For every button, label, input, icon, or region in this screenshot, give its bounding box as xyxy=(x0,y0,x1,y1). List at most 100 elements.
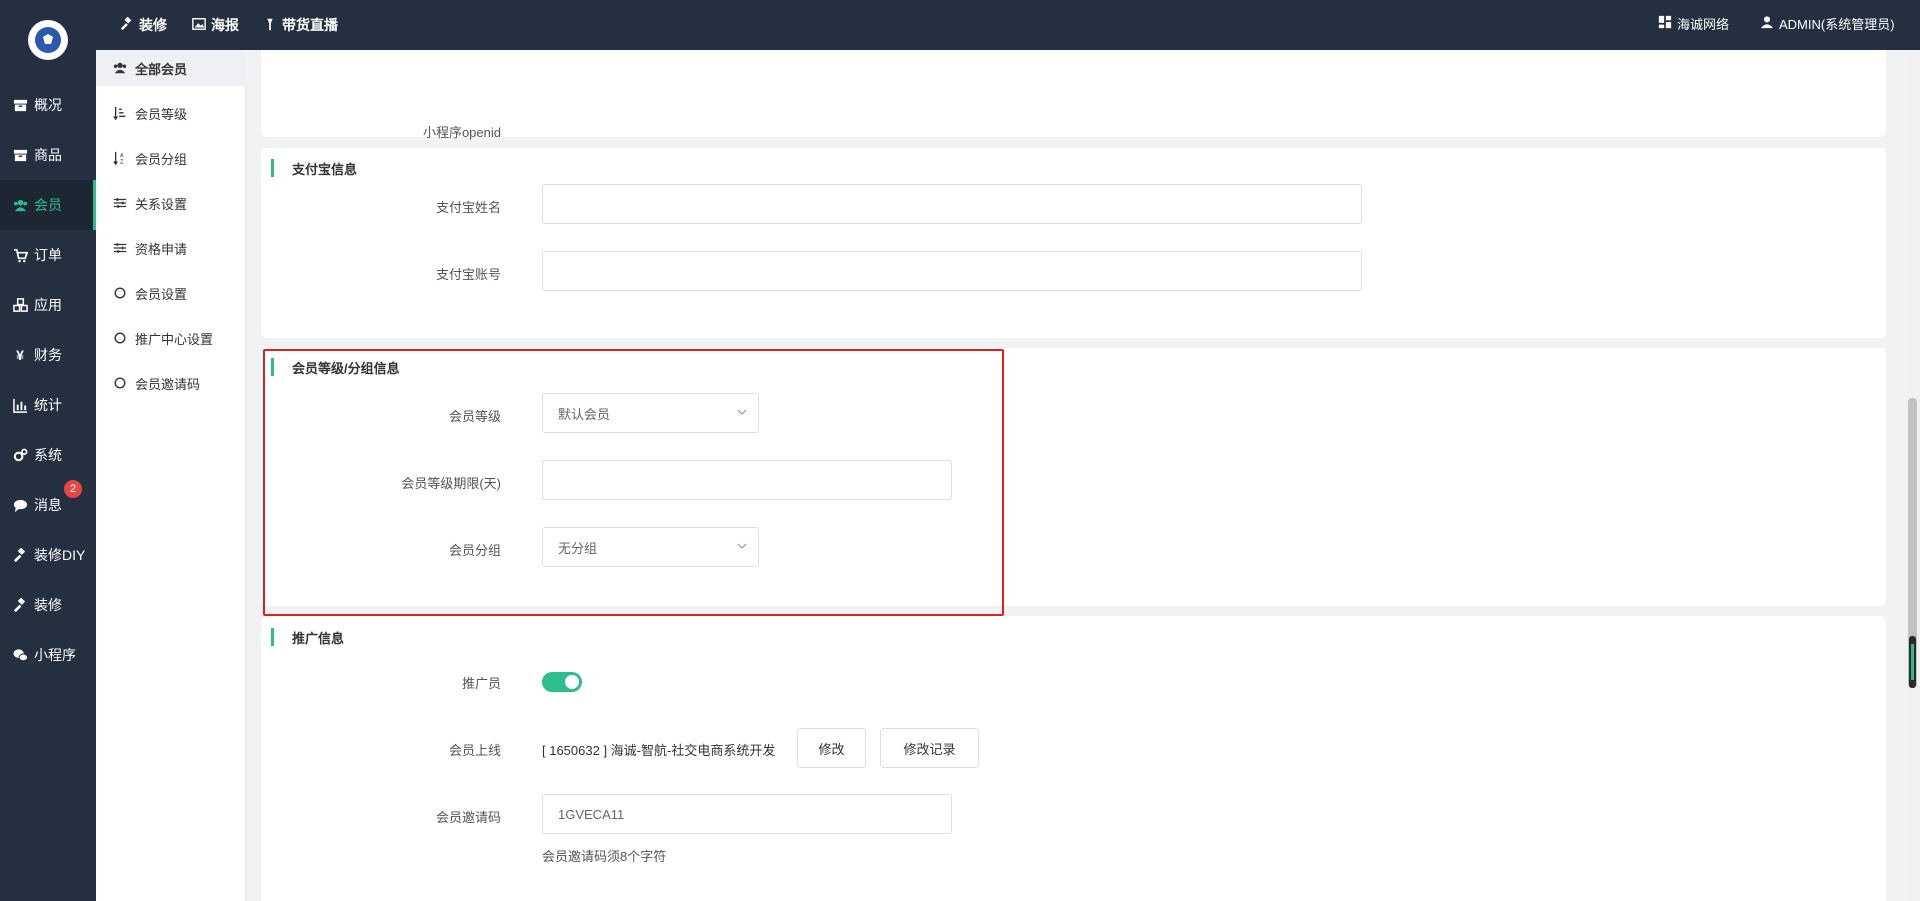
subnav-label: 会员设置 xyxy=(135,286,188,302)
subnav-member-settings[interactable]: 会员设置 xyxy=(96,275,246,311)
sidebar-item-goods[interactable]: 商品 xyxy=(0,130,96,180)
member-level-label: 会员等级 xyxy=(448,409,501,424)
top-link-label: 海报 xyxy=(211,17,239,33)
alipay-name-input[interactable] xyxy=(542,184,1362,224)
sidebar-item-apps[interactable]: 应用 xyxy=(0,280,96,330)
promoter-toggle[interactable] xyxy=(542,672,582,692)
sidebar-item-decorate-diy[interactable]: 装修DIY xyxy=(0,530,96,580)
sidebar-item-decorate[interactable]: 装修 xyxy=(0,580,96,630)
logo[interactable] xyxy=(28,20,68,60)
cart-icon xyxy=(12,247,28,263)
sidebar-item-members[interactable]: 会员 xyxy=(0,180,96,230)
wechat-icon xyxy=(12,647,28,663)
invite-code-input[interactable]: 1GVECA11 xyxy=(542,794,952,834)
scrollbar-grip[interactable] xyxy=(1909,636,1916,688)
section-title-promotion: 推广信息 xyxy=(271,628,344,646)
logo-icon xyxy=(35,27,61,53)
subnav-all-members[interactable]: 全部会员 xyxy=(96,50,246,86)
subnav-promotion-center[interactable]: 推广中心设置 xyxy=(96,320,246,356)
sidebar-item-orders[interactable]: 订单 xyxy=(0,230,96,280)
member-group-select[interactable]: 无分组 xyxy=(542,527,759,567)
torch-icon xyxy=(263,17,277,34)
invite-code-label: 会员邀请码 xyxy=(435,810,501,825)
sidebar-item-miniprogram[interactable]: 小程序 xyxy=(0,630,96,680)
top-header: 装修 海报 带货直播 海诚网络 ADMIN(系统管理员) xyxy=(96,0,1920,50)
main-sidebar: 概况 商品 会员 订单 应用 ¥ 财务 统计 系统 消息 2 装修DIY 装修 xyxy=(0,0,96,901)
chevron-down-icon xyxy=(736,406,748,421)
openid-label: 小程序openid xyxy=(422,125,501,140)
top-link-live[interactable]: 带货直播 xyxy=(263,0,338,50)
sliders-icon xyxy=(113,196,127,210)
bar-chart-icon xyxy=(12,397,28,413)
brand-link[interactable]: 海诚网络 xyxy=(1658,0,1729,46)
comment-icon xyxy=(12,497,28,513)
card-alipay: 支付宝信息 支付宝姓名 支付宝账号 xyxy=(261,148,1886,338)
card-openid: 小程序openid xyxy=(261,50,1886,140)
users-icon xyxy=(12,197,28,213)
sidebar-item-label: 统计 xyxy=(34,397,62,413)
parent-member-label: 会员上线 xyxy=(448,743,501,758)
subnav-member-level[interactable]: 会员等级 xyxy=(96,95,246,131)
subnav-relation-settings[interactable]: 关系设置 xyxy=(96,185,246,221)
sort-amount-icon xyxy=(113,106,127,120)
subnav-label: 资格申请 xyxy=(135,241,188,257)
section-title-level-group: 会员等级/分组信息 xyxy=(271,358,400,376)
level-duration-label: 会员等级期限(天) xyxy=(401,476,501,491)
gavel-icon xyxy=(12,547,28,563)
parent-member-value: [ 1650632 ] 海诚-智航-社交电商系统开发 xyxy=(542,743,776,758)
top-link-label: 带货直播 xyxy=(282,17,338,33)
sliders-icon xyxy=(113,241,127,255)
sidebar-item-overview[interactable]: 概况 xyxy=(0,80,96,130)
subnav-member-group[interactable]: AZ 会员分组 xyxy=(96,140,246,176)
circle-icon xyxy=(113,376,127,390)
yen-icon: ¥ xyxy=(16,347,24,363)
level-duration-input[interactable] xyxy=(542,460,952,500)
chevron-down-icon xyxy=(736,540,748,555)
invite-code-hint: 会员邀请码须8个字符 xyxy=(542,849,667,864)
sidebar-item-label: 商品 xyxy=(34,147,62,163)
sidebar-item-system[interactable]: 系统 xyxy=(0,430,96,480)
alipay-account-input[interactable] xyxy=(542,251,1362,291)
gears-icon xyxy=(12,447,28,463)
cubes-icon xyxy=(12,297,28,313)
subnav-label: 推广中心设置 xyxy=(135,331,214,347)
subnav-invite-code[interactable]: 会员邀请码 xyxy=(96,365,246,401)
grid-icon xyxy=(1658,15,1672,32)
content-area: 小程序openid 支付宝信息 支付宝姓名 支付宝账号 会员等级/分组信息 会员… xyxy=(246,50,1906,901)
user-menu[interactable]: ADMIN(系统管理员) xyxy=(1760,0,1895,46)
sidebar-item-label: 系统 xyxy=(34,447,62,463)
svg-text:Z: Z xyxy=(120,159,124,165)
card-level-group: 会员等级/分组信息 会员等级 默认会员 会员等级期限(天) 会员分组 无分组 xyxy=(261,348,1886,606)
modify-history-button[interactable]: 修改记录 xyxy=(880,728,979,768)
sidebar-item-label: 应用 xyxy=(34,297,62,313)
message-count-badge: 2 xyxy=(64,480,82,498)
gavel-icon xyxy=(120,16,134,34)
top-link-decorate[interactable]: 装修 xyxy=(120,0,167,50)
archive-icon xyxy=(12,97,28,113)
circle-icon xyxy=(113,286,127,300)
user-label: ADMIN(系统管理员) xyxy=(1779,16,1895,32)
subnav-label: 关系设置 xyxy=(135,196,188,212)
sidebar-item-messages[interactable]: 消息 2 xyxy=(0,480,96,530)
member-level-value: 默认会员 xyxy=(558,406,611,422)
alipay-name-label: 支付宝姓名 xyxy=(435,200,501,215)
sidebar-item-label: 财务 xyxy=(34,347,62,363)
top-link-poster[interactable]: 海报 xyxy=(192,0,239,50)
subnav-qualification[interactable]: 资格申请 xyxy=(96,230,246,266)
sidebar-item-stats[interactable]: 统计 xyxy=(0,380,96,430)
modify-button[interactable]: 修改 xyxy=(797,728,866,768)
sidebar-item-label: 订单 xyxy=(34,247,62,263)
sidebar-item-label: 小程序 xyxy=(34,647,76,663)
sidebar-item-label: 会员 xyxy=(34,197,62,213)
sub-sidebar: 全部会员 会员等级 AZ 会员分组 关系设置 资格申请 会员设置 推广中心设置 … xyxy=(96,50,246,901)
subnav-label: 会员邀请码 xyxy=(135,376,201,392)
sidebar-item-finance[interactable]: ¥ 财务 xyxy=(0,330,96,380)
subnav-label: 全部会员 xyxy=(135,61,188,77)
member-group-value: 无分组 xyxy=(558,540,598,556)
sort-alpha-icon: AZ xyxy=(113,151,127,165)
sidebar-item-label: 消息 xyxy=(34,497,62,513)
sidebar-item-label: 装修DIY xyxy=(34,547,86,563)
subnav-label: 会员等级 xyxy=(135,106,188,122)
image-icon xyxy=(192,17,206,34)
member-level-select[interactable]: 默认会员 xyxy=(542,393,759,433)
